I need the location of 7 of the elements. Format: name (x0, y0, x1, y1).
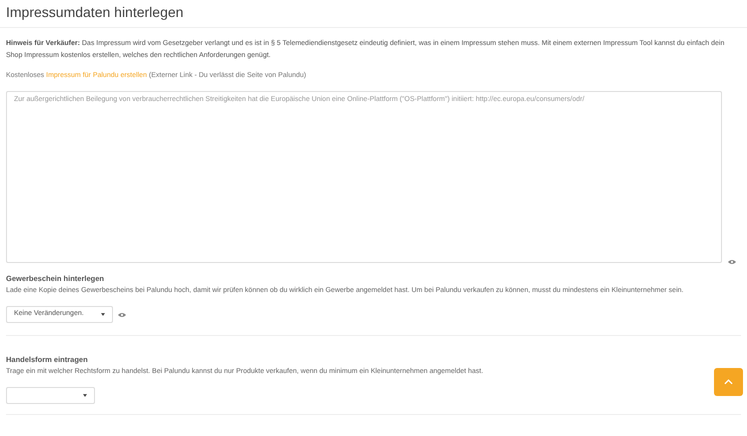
scroll-top-button[interactable] (714, 368, 743, 396)
page-title: Impressumdaten hinterlegen (6, 3, 184, 22)
eye-icon[interactable] (118, 312, 126, 318)
caret-icon (83, 394, 87, 397)
caret-icon (101, 313, 105, 316)
chevron-up-icon (724, 379, 733, 385)
eye-icon[interactable] (728, 259, 736, 265)
